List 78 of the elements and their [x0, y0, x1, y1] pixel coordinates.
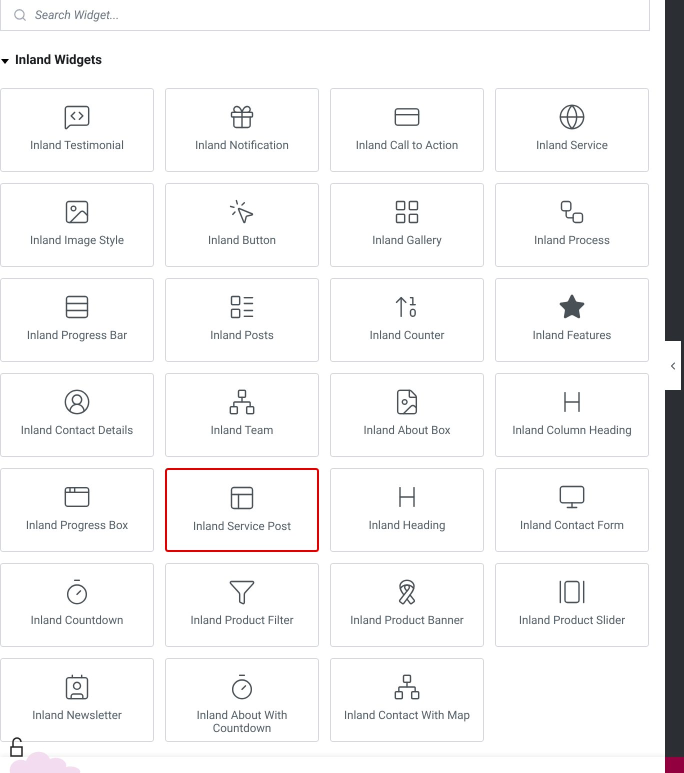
caret-icon[interactable] — [1, 56, 9, 64]
widget-tile[interactable]: Inland Countdown — [0, 563, 154, 647]
widget-label: Inland Countdown — [30, 614, 124, 627]
widget-label: Inland Team — [210, 424, 274, 437]
widget-tile[interactable]: Inland Contact With Map — [330, 658, 484, 742]
widget-label: Inland Service Post — [192, 520, 292, 533]
widget-tile[interactable]: Inland Notification — [165, 88, 319, 172]
speech-bubble-icon — [63, 103, 91, 131]
widget-label: Inland Contact Form — [518, 519, 626, 532]
globe-icon — [558, 103, 586, 131]
widget-label: Inland Posts — [209, 329, 275, 342]
rows-icon — [63, 293, 91, 321]
section-title: Inland Widgets — [15, 52, 102, 70]
widget-tile[interactable]: Inland About Box — [330, 373, 484, 457]
widget-label: Inland Counter — [368, 329, 446, 342]
widget-label: Inland Product Slider — [518, 614, 626, 627]
search-field[interactable]: Search Widget... — [0, 0, 650, 31]
widget-tile[interactable]: Inland Contact Form — [495, 468, 649, 552]
widget-label: Inland Progress Bar — [26, 329, 128, 342]
widget-tile[interactable]: Inland Service — [495, 88, 649, 172]
widget-label: Inland About With Countdown — [196, 709, 288, 735]
widget-label: Inland Product Filter — [190, 614, 294, 627]
widget-tile[interactable]: Inland Counter — [330, 278, 484, 362]
search-input[interactable]: Search Widget... — [35, 6, 637, 24]
widget-label: Inland About Box — [362, 424, 452, 437]
search-icon — [13, 8, 27, 22]
funnel-icon — [228, 578, 256, 606]
widget-tile[interactable]: Inland Product Banner — [330, 563, 484, 647]
widget-tile[interactable]: Inland Newsletter — [0, 658, 154, 742]
image-icon — [63, 198, 91, 226]
accent-bar — [665, 757, 684, 773]
monitor-icon — [558, 483, 586, 511]
list-icon — [228, 293, 256, 321]
widget-tile[interactable]: Inland Posts — [165, 278, 319, 362]
widget-tile[interactable]: Inland Image Style — [0, 183, 154, 267]
widget-label: Inland Newsletter — [31, 709, 123, 722]
widget-label: Inland Progress Box — [24, 519, 130, 532]
pointer-icon — [228, 198, 256, 226]
widget-tile[interactable]: Inland Heading — [330, 468, 484, 552]
widget-tile[interactable]: Inland Contact Details — [0, 373, 154, 457]
widget-tile[interactable]: Inland Testimonial — [0, 88, 154, 172]
window-icon — [228, 484, 256, 512]
widget-label: Inland Product Banner — [349, 614, 465, 627]
hierarchy-icon — [393, 673, 421, 701]
widget-label: Inland Features — [532, 329, 612, 342]
widget-label: Inland Notification — [194, 139, 290, 152]
widget-tile[interactable]: Inland Progress Box — [0, 468, 154, 552]
widget-tile[interactable]: Inland About With Countdown — [165, 658, 319, 742]
widget-tile[interactable]: Inland Process — [495, 183, 649, 267]
widget-tile[interactable]: Inland Button — [165, 183, 319, 267]
widget-label: Inland Service — [535, 139, 609, 152]
widget-label: Inland Call to Action — [354, 139, 460, 152]
widget-tile[interactable]: Inland Gallery — [330, 183, 484, 267]
hierarchy-icon — [228, 388, 256, 416]
grid-icon — [393, 198, 421, 226]
user-icon — [63, 388, 91, 416]
widget-tile[interactable]: Inland Column Heading — [495, 373, 649, 457]
widget-label: Inland Testimonial — [29, 139, 125, 152]
widget-tile[interactable]: Inland Features — [495, 278, 649, 362]
widget-tile[interactable]: Inland Service Post — [165, 468, 319, 552]
widget-label: Inland Heading — [368, 519, 446, 532]
widget-label: Inland Button — [206, 234, 278, 247]
widget-tile[interactable]: Inland Product Filter — [165, 563, 319, 647]
widget-label: Inland Contact With Map — [343, 709, 471, 722]
widget-label: Inland Process — [533, 234, 611, 247]
widget-tile[interactable]: Inland Progress Bar — [0, 278, 154, 362]
widget-label: Inland Gallery — [371, 234, 443, 247]
widget-label: Inland Contact Details — [20, 424, 134, 437]
star-icon — [558, 293, 586, 321]
widget-tile[interactable]: Inland Call to Action — [330, 88, 484, 172]
widget-tile[interactable]: Inland Team — [165, 373, 319, 457]
widget-tile[interactable]: Inland Product Slider — [495, 563, 649, 647]
widget-label: Inland Column Heading — [511, 424, 633, 437]
contact-card-icon — [63, 673, 91, 701]
flowchart-icon — [558, 198, 586, 226]
gift-icon — [228, 103, 256, 131]
slider-icon — [558, 578, 586, 606]
widget-label: Inland Image Style — [28, 234, 126, 247]
